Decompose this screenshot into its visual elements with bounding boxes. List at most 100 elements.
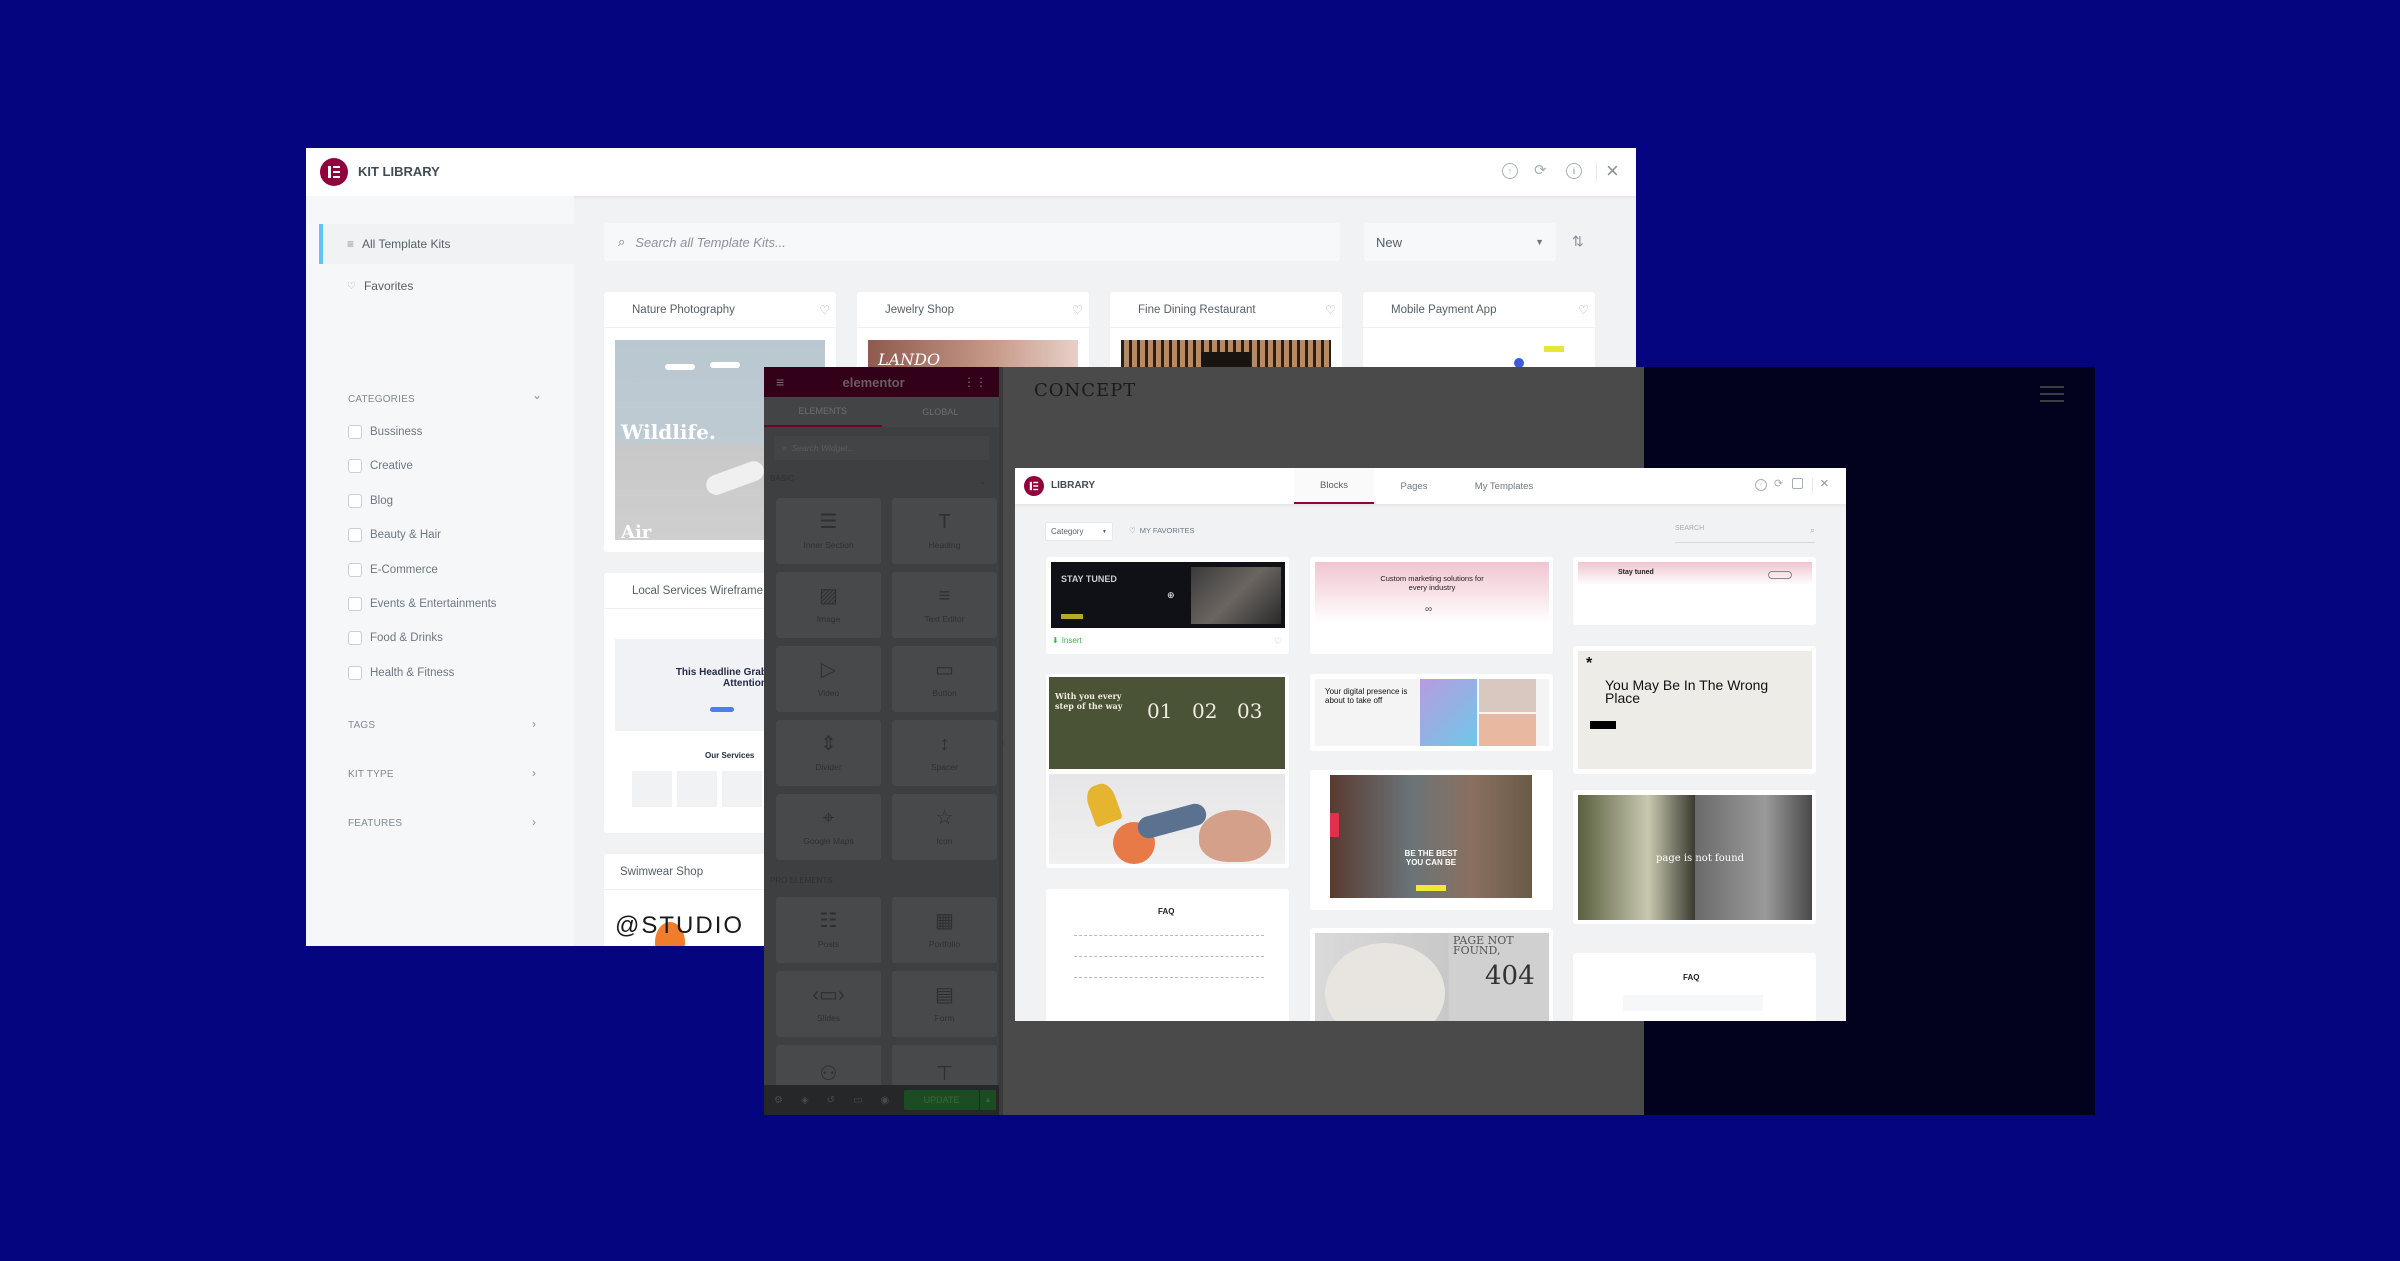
- widget-label: Icon: [936, 836, 953, 846]
- widget-slides[interactable]: ‹▭› Slides: [776, 971, 881, 1037]
- category-checkbox[interactable]: Bussiness: [348, 425, 422, 439]
- login-icon: ⚇: [819, 1063, 838, 1085]
- features-section[interactable]: FEATURES: [348, 818, 402, 829]
- widget-form[interactable]: ▤ Form: [892, 971, 997, 1037]
- widget-search-input[interactable]: ⌕ Search Widget...: [774, 436, 989, 460]
- responsive-icon[interactable]: ▭: [853, 1095, 862, 1106]
- widget-portfolio[interactable]: ▦ Portfolio: [892, 897, 997, 963]
- sort-select[interactable]: New ▼: [1364, 223, 1556, 261]
- block-card[interactable]: FAQ: [1046, 889, 1289, 1021]
- panel-footer: ⚙ ◈ ↺ ▭ ◉ UPDATE ▲: [764, 1085, 999, 1115]
- category-checkbox[interactable]: Food & Drinks: [348, 631, 443, 646]
- tab-elements[interactable]: ELEMENTS: [764, 397, 882, 427]
- site-menu-icon[interactable]: [2040, 386, 2064, 388]
- apps-grid-icon[interactable]: ⋮⋮: [963, 375, 987, 389]
- chevron-down-icon[interactable]: ⌄: [979, 476, 987, 487]
- category-checkbox[interactable]: E-Commerce: [348, 562, 438, 577]
- widget-posts[interactable]: ☷ Posts: [776, 897, 881, 963]
- hamburger-menu-icon[interactable]: ≡: [776, 374, 784, 390]
- block-card[interactable]: Stay tuned: [1573, 557, 1816, 625]
- block-card[interactable]: BE THE BEST YOU CAN BE: [1310, 770, 1553, 910]
- collapse-panel-icon[interactable]: ‹: [1001, 737, 1004, 748]
- widget-google-maps[interactable]: ⌖ Google Maps: [776, 794, 881, 860]
- sidebar-item-all-kits[interactable]: ≡ All Template Kits: [319, 224, 574, 264]
- block-card[interactable]: PAGE NOT FOUND, 404: [1310, 928, 1553, 1021]
- sync-icon[interactable]: ⟳: [1534, 161, 1547, 179]
- chevron-right-icon[interactable]: ›: [532, 815, 536, 829]
- caret-up-icon[interactable]: ▲: [980, 1090, 996, 1110]
- block-card[interactable]: page is not found: [1573, 790, 1816, 924]
- zoom-preview-icon[interactable]: ⊕: [1167, 590, 1175, 601]
- category-checkbox[interactable]: Events & Entertainments: [348, 597, 497, 611]
- block-card[interactable]: Your digital presence is about to take o…: [1310, 674, 1553, 751]
- upload-icon[interactable]: ↑: [1502, 163, 1518, 179]
- block-card[interactable]: Custom marketing solutions for every ind…: [1310, 557, 1553, 654]
- chevron-right-icon[interactable]: ›: [532, 717, 536, 731]
- widget-image[interactable]: ▨ Image: [776, 572, 881, 638]
- checkbox[interactable]: [348, 562, 362, 577]
- widget-divider[interactable]: ⇕ Divider: [776, 720, 881, 786]
- sidebar-item-favorites[interactable]: ♡ Favorites: [319, 266, 413, 306]
- kit-search-input[interactable]: ⌕ Search all Template Kits...: [604, 223, 1340, 261]
- sort-direction-icon[interactable]: ⇅: [1572, 233, 1584, 250]
- sync-icon[interactable]: ⟳: [1774, 477, 1783, 490]
- tab-my-templates[interactable]: My Templates: [1454, 468, 1554, 504]
- block-preview: STAY TUNED ⊕: [1051, 562, 1285, 628]
- widget-label: Slides: [816, 1013, 841, 1023]
- settings-icon[interactable]: ⚙: [774, 1095, 783, 1106]
- widget-spacer[interactable]: ↕ Spacer: [892, 720, 997, 786]
- tab-global[interactable]: GLOBAL: [882, 397, 1000, 427]
- checkbox[interactable]: [348, 597, 362, 611]
- close-icon[interactable]: ×: [1606, 160, 1619, 182]
- my-favorites-filter[interactable]: ♡ MY FAVORITES: [1129, 526, 1194, 535]
- widget-icon[interactable]: ☆ Icon: [892, 794, 997, 860]
- widget-text-editor[interactable]: ≡ Text Editor: [892, 572, 997, 638]
- upload-icon[interactable]: ↑: [1755, 479, 1767, 491]
- update-button[interactable]: UPDATE: [904, 1090, 979, 1110]
- widget-button[interactable]: ▭ Button: [892, 646, 997, 712]
- chevron-down-icon[interactable]: ⌄: [532, 388, 542, 402]
- form-icon: ▤: [935, 984, 954, 1006]
- tab-pages[interactable]: Pages: [1374, 468, 1454, 504]
- checkbox[interactable]: [348, 631, 362, 646]
- insert-button[interactable]: ⬇ Insert: [1052, 636, 1082, 645]
- heart-icon[interactable]: ♡: [1274, 636, 1282, 647]
- save-icon[interactable]: [1792, 478, 1803, 489]
- library-header: LIBRARY Blocks Pages My Templates ↑ ⟳ ×: [1015, 468, 1846, 504]
- category-checkbox[interactable]: Health & Fitness: [348, 665, 454, 680]
- block-card[interactable]: FAQ: [1573, 953, 1816, 1021]
- heart-icon[interactable]: ♡: [1325, 303, 1336, 317]
- close-icon[interactable]: ×: [1820, 476, 1829, 491]
- checkbox[interactable]: [348, 665, 362, 680]
- widget-inner-section[interactable]: ☰ Inner Section: [776, 498, 881, 564]
- category-checkbox[interactable]: Creative: [348, 459, 413, 474]
- heart-icon[interactable]: ♡: [1072, 303, 1083, 317]
- widget-video[interactable]: ▷ Video: [776, 646, 881, 712]
- checkbox[interactable]: [348, 528, 362, 543]
- history-icon[interactable]: ↺: [827, 1095, 835, 1106]
- block-card[interactable]: With you every step of the way 01 02 03: [1046, 674, 1289, 868]
- tab-blocks[interactable]: Blocks: [1294, 468, 1374, 504]
- heart-icon[interactable]: ♡: [819, 303, 830, 317]
- category-checkbox[interactable]: Blog: [348, 493, 393, 508]
- text-editor-icon: ≡: [938, 585, 951, 607]
- category-checkbox[interactable]: Beauty & Hair: [348, 528, 441, 543]
- heart-icon[interactable]: ♡: [1578, 303, 1589, 317]
- block-card[interactable]: STAY TUNED ⊕ ⬇ Insert ♡: [1046, 557, 1289, 654]
- widget-label: Text Editor: [924, 614, 965, 624]
- navigator-icon[interactable]: ◈: [801, 1095, 809, 1106]
- block-preview: PAGE NOT FOUND, 404: [1315, 933, 1549, 1021]
- block-card[interactable]: * You May Be In The Wrong Place: [1573, 646, 1816, 774]
- library-search-input[interactable]: SEARCH ⌕: [1675, 525, 1815, 543]
- tags-section[interactable]: TAGS: [348, 720, 375, 731]
- chevron-right-icon[interactable]: ›: [532, 766, 536, 780]
- kit-type-section[interactable]: KIT TYPE: [348, 769, 394, 780]
- info-icon[interactable]: i: [1566, 163, 1582, 179]
- checkbox[interactable]: [348, 493, 362, 508]
- checkbox[interactable]: [348, 459, 362, 474]
- widget-heading[interactable]: T Heading: [892, 498, 997, 564]
- checkbox[interactable]: [348, 425, 362, 439]
- category-select[interactable]: Category ▼: [1045, 522, 1113, 541]
- widget-label: Portfolio: [928, 939, 961, 949]
- preview-icon[interactable]: ◉: [881, 1095, 890, 1106]
